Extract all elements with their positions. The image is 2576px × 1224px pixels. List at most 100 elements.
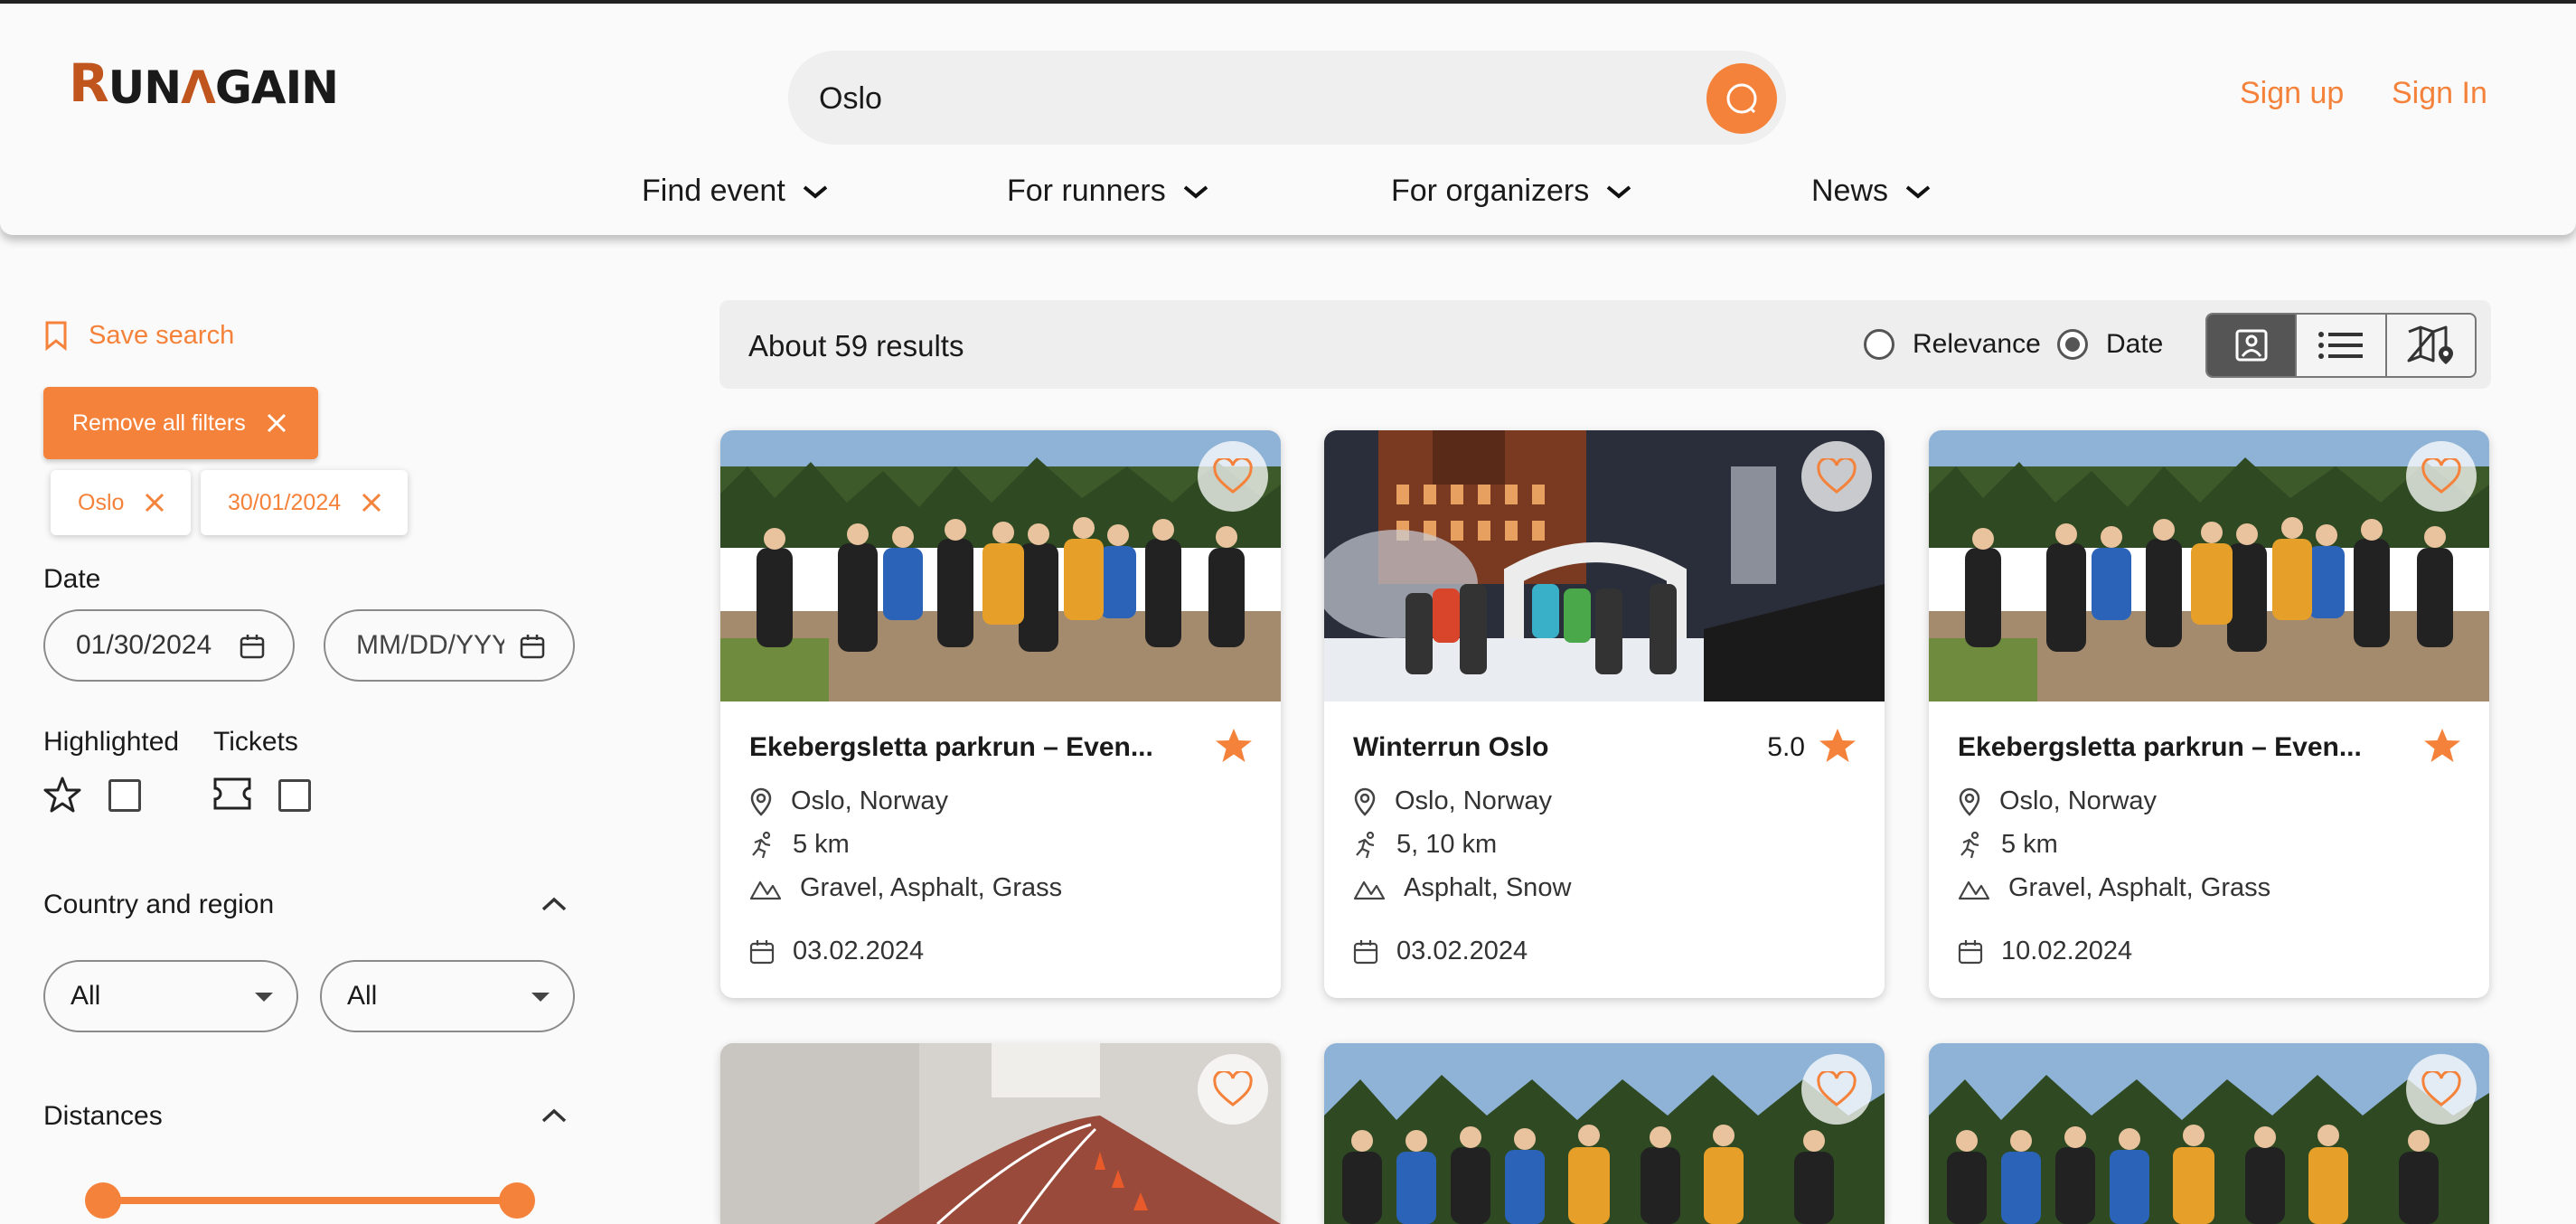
search-input[interactable]: Oslo (819, 81, 882, 117)
sign-in-link[interactable]: Sign In (2392, 76, 2487, 111)
distance-slider-track[interactable] (101, 1197, 517, 1204)
dropdown-caret-icon (255, 993, 273, 1002)
search-button[interactable] (1706, 63, 1777, 134)
gallery-view-button[interactable] (2207, 315, 2298, 376)
list-view-button[interactable] (2297, 315, 2387, 376)
region-value: All (347, 981, 378, 1011)
terrain-icon (749, 880, 782, 899)
remove-all-label: Remove all filters (72, 410, 246, 436)
favorite-button[interactable] (1801, 1054, 1872, 1125)
sort-relevance-radio[interactable] (1864, 329, 1894, 360)
nav-for-runners[interactable]: For runners (1007, 174, 1209, 209)
chevron-up-icon[interactable] (541, 1106, 568, 1125)
nav-find-event[interactable]: Find event (642, 174, 829, 209)
nav-news[interactable]: News (1811, 174, 1932, 209)
distance-text: 5 km (2001, 830, 2058, 859)
site-header: R UN Λ GAIN Oslo Sign up Sign In Find event… (0, 4, 2576, 235)
date-to-input[interactable]: MM/DD/YYYY (324, 609, 575, 682)
runner-icon (1960, 831, 1979, 858)
calendar-icon[interactable] (239, 633, 266, 660)
filter-chip-location[interactable]: Oslo (51, 470, 192, 535)
surface-text: Asphalt, Snow (1404, 873, 1572, 902)
date-text: 10.02.2024 (2001, 937, 2133, 965)
star-filled-icon (2424, 729, 2460, 762)
event-card[interactable]: Ekebergsletta parkrun – Even... Oslo, No… (1929, 430, 2489, 998)
event-card[interactable]: Winterrun Oslo 5.0 Oslo, Norway 5, 10 km… (1324, 430, 1885, 998)
nav-for-organizers[interactable]: For organizers (1391, 174, 1632, 209)
event-distance: 5, 10 km (1353, 830, 1497, 860)
runner-icon (752, 831, 771, 858)
location-text: Oslo, Norway (1395, 786, 1553, 815)
sort-date-label[interactable]: Date (2106, 329, 2163, 360)
event-date: 10.02.2024 (1958, 937, 2132, 966)
star-outline-icon (43, 777, 81, 813)
event-date: 03.02.2024 (749, 937, 924, 966)
star-filled-icon (1819, 729, 1856, 762)
highlighted-checkbox[interactable] (108, 779, 141, 812)
favorite-button[interactable] (1198, 1054, 1268, 1125)
event-title[interactable]: Ekebergsletta parkrun – Even... (749, 732, 1153, 763)
country-select[interactable]: All (43, 960, 298, 1032)
tickets-checkbox[interactable] (278, 779, 311, 812)
close-icon[interactable] (361, 492, 382, 513)
search-icon (1726, 83, 1757, 114)
chevron-down-icon (1183, 184, 1208, 199)
country-region-title: Country and region (43, 890, 275, 919)
terrain-icon (1353, 880, 1386, 899)
favorite-button[interactable] (1801, 441, 1872, 512)
sort-date-radio[interactable] (2057, 329, 2088, 360)
favorite-button[interactable] (2406, 1054, 2477, 1125)
app-root: R UN Λ GAIN Oslo Sign up Sign In Find event… (0, 0, 2576, 1224)
distance-text: 5 km (793, 830, 850, 859)
date-label: Date (43, 564, 101, 594)
view-mode-toggle (2205, 313, 2477, 378)
chevron-down-icon (803, 184, 828, 199)
save-search-button[interactable]: Save search (43, 320, 234, 351)
event-title[interactable]: Winterrun Oslo (1353, 732, 1548, 763)
filter-chip-date[interactable]: 30/01/2024 (201, 470, 409, 535)
surface-text: Gravel, Asphalt, Grass (800, 873, 1063, 902)
chevron-up-icon[interactable] (541, 895, 568, 913)
runagain-logo[interactable]: R UN Λ GAIN (69, 52, 339, 114)
remove-all-filters-button[interactable]: Remove all filters (43, 387, 318, 459)
heart-icon (1213, 1071, 1253, 1106)
surface-text: Gravel, Asphalt, Grass (2008, 873, 2271, 902)
ticket-icon (213, 777, 251, 810)
location-text: Oslo, Norway (791, 786, 949, 815)
bookmark-icon (45, 321, 67, 351)
event-distance: 5 km (1958, 830, 2058, 860)
close-icon (267, 413, 286, 433)
event-card[interactable] (720, 1043, 1281, 1224)
close-icon[interactable] (144, 492, 165, 513)
event-location: Oslo, Norway (749, 786, 948, 816)
event-card[interactable]: Ekebergsletta parkrun – Even... Oslo, No… (720, 430, 1281, 998)
chip-label: Oslo (78, 489, 125, 515)
event-card[interactable] (1324, 1043, 1885, 1224)
favorite-button[interactable] (2406, 441, 2477, 512)
list-icon (2317, 332, 2363, 359)
date-from-input[interactable]: 01/30/2024 (43, 609, 295, 682)
distance-slider-min-handle[interactable] (85, 1182, 121, 1219)
event-image (1929, 1043, 2489, 1224)
event-surface: Gravel, Asphalt, Grass (1958, 873, 2270, 903)
sign-up-link[interactable]: Sign up (2240, 76, 2344, 111)
nav-label: News (1811, 174, 1889, 208)
event-title[interactable]: Ekebergsletta parkrun – Even... (1958, 732, 2362, 763)
location-pin-icon (750, 787, 772, 816)
event-rating: 5.0 (1767, 732, 1805, 762)
region-select[interactable]: All (320, 960, 575, 1032)
distance-slider-max-handle[interactable] (499, 1182, 535, 1219)
nav-label: For runners (1007, 174, 1166, 208)
calendar-icon (1958, 939, 1983, 964)
event-image (720, 1043, 1281, 1224)
sort-relevance-label[interactable]: Relevance (1913, 329, 2041, 360)
dropdown-caret-icon (531, 993, 550, 1002)
event-card[interactable] (1929, 1043, 2489, 1224)
calendar-icon[interactable] (519, 633, 546, 660)
chip-label: 30/01/2024 (228, 489, 342, 515)
search-bar[interactable]: Oslo (788, 51, 1786, 145)
map-view-button[interactable] (2387, 315, 2475, 376)
favorite-button[interactable] (1198, 441, 1268, 512)
highlighted-label: Highlighted (43, 727, 180, 757)
chevron-down-icon (1606, 184, 1631, 199)
